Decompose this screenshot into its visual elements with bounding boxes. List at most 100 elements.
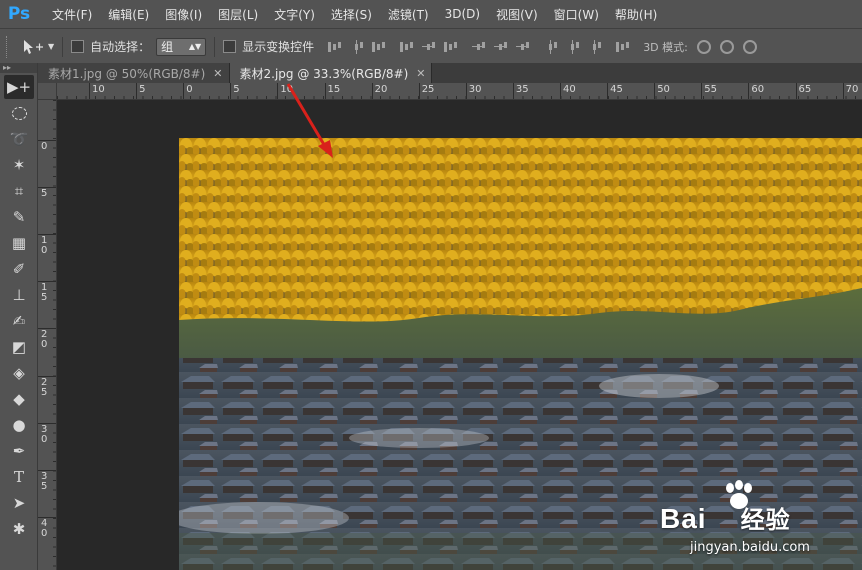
distribute-vcenter-icon[interactable]	[494, 40, 508, 54]
history-brush-tool[interactable]: ✍	[4, 309, 34, 333]
tab-label: 素材1.jpg @ 50%(RGB/8#)	[48, 66, 206, 81]
menu-help[interactable]: 帮助(H)	[607, 6, 665, 23]
eyedropper-icon: ✎	[12, 208, 26, 226]
roll-3d-icon[interactable]	[719, 39, 734, 54]
ruler-h-tick: 5	[136, 83, 145, 99]
ruler-h-tick: 10	[89, 83, 105, 99]
marquee-tool[interactable]	[4, 101, 34, 125]
ruler-h-label: 35	[515, 84, 529, 95]
auto-select-dropdown[interactable]: 组 ▲▼	[156, 37, 207, 56]
pan-3d-icon[interactable]	[742, 39, 757, 54]
distribute-bottom-icon[interactable]	[516, 40, 530, 54]
menu-layer[interactable]: 图层(L)	[210, 6, 266, 23]
tool-preset-picker[interactable]: ▼	[22, 39, 54, 55]
options-bar-grip[interactable]	[6, 35, 10, 58]
pen-tool[interactable]: ✒	[4, 439, 34, 463]
menu-file[interactable]: 文件(F)	[44, 6, 100, 23]
distribute-left-icon[interactable]	[544, 39, 557, 54]
align-left-icon[interactable]	[400, 40, 413, 54]
auto-select-checkbox[interactable]	[71, 40, 85, 53]
distribute-top-icon[interactable]	[472, 40, 486, 54]
bandage-icon: ▦	[11, 234, 27, 252]
ruler-h-label: 5	[139, 84, 146, 95]
menu-window[interactable]: 窗口(W)	[546, 6, 607, 23]
ruler-v-tick: 40	[38, 516, 56, 538]
marquee-icon	[11, 106, 27, 120]
menu-edit[interactable]: 编辑(E)	[100, 6, 157, 23]
ruler-h-tick: 70	[842, 83, 858, 99]
ruler-h-label: 20	[374, 84, 388, 95]
menu-view[interactable]: 视图(V)	[488, 6, 546, 23]
close-icon[interactable]: ✕	[213, 67, 222, 80]
align-hcenter-icon[interactable]	[422, 40, 436, 54]
stamp-icon: ⊥	[12, 286, 26, 304]
dodge-icon: ●	[12, 416, 26, 434]
crop-tool[interactable]: ⌗	[4, 179, 34, 203]
horizontal-ruler[interactable]: 10 5 0 5 10 15 20 25 30 35 40 45 50 55 60 65 70	[57, 83, 862, 100]
type-tool[interactable]: T	[4, 465, 34, 489]
move-tool[interactable]: ▶+	[4, 75, 34, 99]
menu-3d[interactable]: 3D(D)	[437, 7, 488, 21]
show-transform-checkbox[interactable]	[223, 40, 237, 53]
arrow-cursor-icon: ➤	[12, 494, 26, 512]
distribute-right-icon[interactable]	[588, 39, 601, 54]
eraser-tool[interactable]: ◩	[4, 335, 34, 359]
auto-align-icon[interactable]	[616, 40, 629, 54]
ruler-h-tick: 25	[418, 83, 434, 99]
stamp-tool[interactable]: ⊥	[4, 283, 34, 307]
ruler-origin[interactable]	[38, 83, 57, 100]
dodge-tool[interactable]: ●	[4, 413, 34, 437]
bucket-icon: ◈	[13, 364, 25, 382]
ruler-v-label: 30	[41, 423, 48, 445]
orbit-3d-icon[interactable]	[696, 39, 711, 54]
shape-tool[interactable]: ✱	[4, 517, 34, 541]
ruler-v-label: 20	[41, 329, 48, 351]
tab-material1[interactable]: 素材1.jpg @ 50%(RGB/8#) ✕	[38, 63, 230, 83]
blur-tool[interactable]: ◆	[4, 387, 34, 411]
blur-drop-icon: ◆	[13, 390, 25, 408]
align-vcenter-icon[interactable]	[350, 39, 363, 54]
menu-type[interactable]: 文字(Y)	[266, 6, 323, 23]
brush-icon: ✐	[12, 260, 26, 278]
ruler-h-tick: 20	[371, 83, 387, 99]
watermark-url: jingyan.baidu.com	[690, 540, 810, 555]
magic-wand-tool[interactable]: ✶	[4, 153, 34, 177]
eyedropper-tool[interactable]: ✎	[4, 205, 34, 229]
ruler-v-tick: 35	[38, 469, 56, 491]
vertical-ruler[interactable]: 0 5 10 15 20 25 30 35 40	[38, 100, 57, 570]
align-top-icon[interactable]	[328, 40, 341, 54]
tab-material2[interactable]: 素材2.jpg @ 33.3%(RGB/8#) ✕	[229, 63, 433, 83]
show-transform-label: 显示变换控件	[242, 40, 315, 54]
brush-tool[interactable]: ✐	[4, 257, 34, 281]
bucket-tool[interactable]: ◈	[4, 361, 34, 385]
align-right-icon[interactable]	[444, 40, 457, 54]
mode-3d-label: 3D 模式:	[643, 40, 688, 54]
ruler-v-tick: 25	[38, 375, 56, 397]
crop-icon: ⌗	[14, 182, 24, 200]
document-tabs: 素材1.jpg @ 50%(RGB/8#) ✕ 素材2.jpg @ 33.3%(…	[38, 63, 862, 83]
ruler-v-label: 40	[41, 517, 48, 539]
ruler-h-label: 70	[845, 84, 859, 95]
ruler-h-tick: 65	[795, 83, 811, 99]
eraser-icon: ◩	[11, 338, 27, 356]
menu-select[interactable]: 选择(S)	[323, 6, 380, 23]
ruler-v-label: 5	[41, 188, 48, 200]
chevron-down-icon: ▼	[48, 42, 55, 51]
align-bottom-icon[interactable]	[372, 40, 385, 54]
healing-tool[interactable]: ▦	[4, 231, 34, 255]
distribute-hcenter-icon[interactable]	[566, 39, 579, 54]
lasso-tool[interactable]: ➰	[4, 127, 34, 151]
toolbox-collapse-icon[interactable]: ▸▸	[0, 63, 37, 73]
menu-filter[interactable]: 滤镜(T)	[380, 6, 437, 23]
shape-star-icon: ✱	[12, 520, 26, 538]
ruler-h-tick: 50	[654, 83, 670, 99]
divider	[214, 36, 216, 57]
ruler-v-tick: 30	[38, 422, 56, 444]
tab-label: 素材2.jpg @ 33.3%(RGB/8#)	[239, 66, 409, 81]
menu-image[interactable]: 图像(I)	[157, 6, 210, 23]
ruler-h-label: 0	[186, 84, 193, 95]
ruler-h-tick: 10	[277, 83, 293, 99]
path-select-tool[interactable]: ➤	[4, 491, 34, 515]
auto-select-value: 组	[161, 40, 174, 54]
close-icon[interactable]: ✕	[416, 67, 425, 80]
